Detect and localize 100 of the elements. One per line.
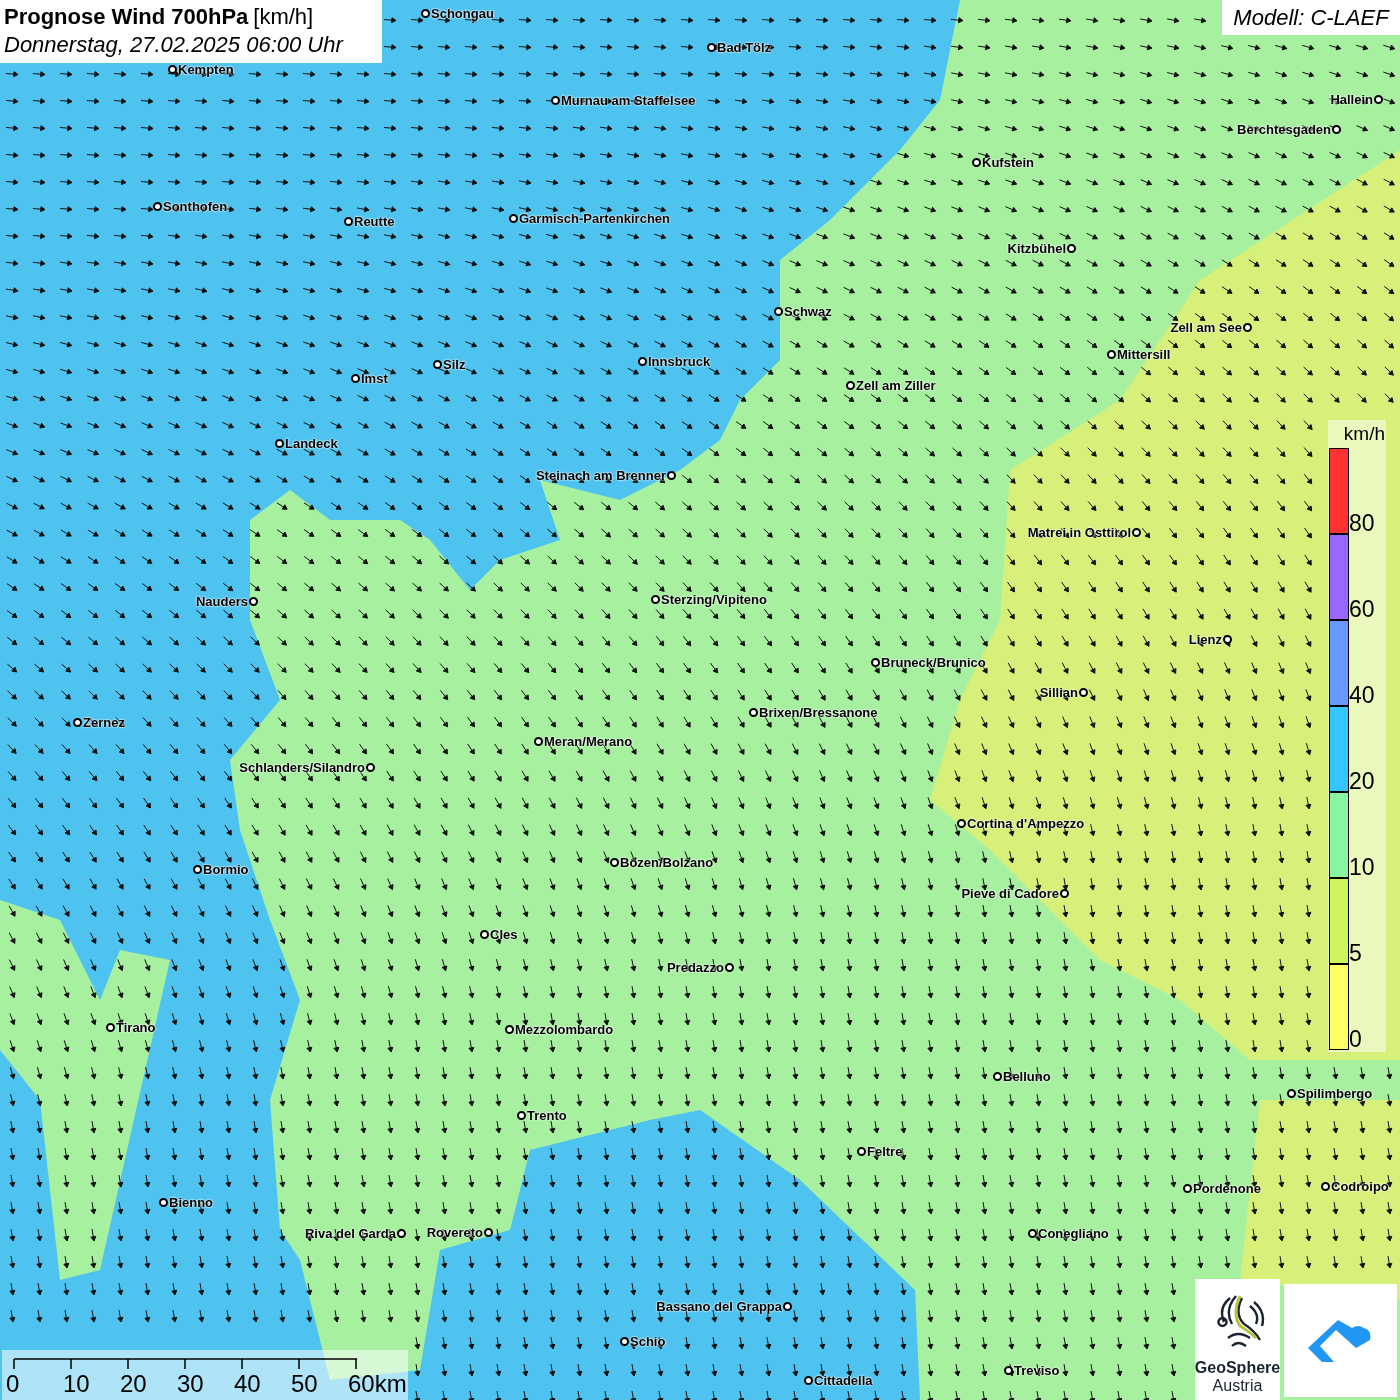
city-label: Silz bbox=[443, 356, 466, 374]
city-label: Cortina d'Ampezzo bbox=[967, 815, 1085, 833]
city-marker-icon bbox=[1223, 635, 1232, 645]
city-marker-icon bbox=[620, 1337, 629, 1347]
city-marker-icon bbox=[159, 1198, 168, 1208]
city-marker-icon bbox=[421, 9, 430, 19]
city-marker-icon bbox=[993, 1072, 1002, 1082]
city-label: Cittadella bbox=[814, 1372, 873, 1390]
city-label: Belluno bbox=[1003, 1068, 1051, 1086]
city-label: Schwaz bbox=[784, 303, 832, 321]
city-marker-icon bbox=[1079, 688, 1088, 698]
city-marker-icon bbox=[106, 1023, 115, 1033]
city-marker-icon bbox=[1374, 95, 1383, 105]
city-label: Pieve di Cadore bbox=[961, 885, 1059, 903]
city-label: Imst bbox=[361, 370, 388, 388]
city-label: Tirano bbox=[116, 1019, 156, 1037]
city-marker-icon bbox=[534, 737, 543, 747]
city-label: Meran/Merano bbox=[544, 733, 633, 751]
legend-unit: km/h bbox=[1343, 422, 1386, 446]
city-label: Bassano del Grappa bbox=[656, 1298, 782, 1316]
city-marker-icon bbox=[397, 1229, 406, 1239]
city-marker-icon bbox=[972, 158, 981, 168]
city-marker-icon bbox=[505, 1025, 514, 1035]
city-label: Schlanders/Silandro bbox=[239, 759, 365, 777]
legend-value: 10 bbox=[1349, 854, 1375, 880]
city-label: Bozen/Bolzano bbox=[620, 854, 714, 872]
city-marker-icon bbox=[638, 357, 647, 367]
city-marker-icon bbox=[1004, 1366, 1013, 1376]
scale-label: 30 bbox=[177, 1370, 205, 1398]
forecast-date: Donnerstag, 27.02.2025 06:00 Uhr bbox=[4, 31, 345, 59]
legend-value: 0 bbox=[1349, 1026, 1362, 1052]
city-label: Matrei in Osttirol bbox=[1027, 524, 1131, 542]
city-marker-icon bbox=[783, 1302, 792, 1312]
city-marker-icon bbox=[168, 65, 177, 75]
city-label: Mezzolombardo bbox=[515, 1021, 614, 1039]
scale-label: 50 bbox=[291, 1370, 319, 1398]
city-marker-icon bbox=[366, 763, 375, 773]
city-label: Kempten bbox=[178, 61, 234, 79]
city-marker-icon bbox=[509, 214, 518, 224]
scale-label: 20 bbox=[120, 1370, 148, 1398]
city-label: Landeck bbox=[285, 435, 338, 453]
city-label: Pordenone bbox=[1193, 1180, 1261, 1198]
city-label: Sonthofen bbox=[163, 198, 228, 216]
city-marker-icon bbox=[275, 439, 284, 449]
city-label: Conegliano bbox=[1038, 1225, 1109, 1243]
city-label: Rovereto bbox=[426, 1224, 483, 1242]
legend-value: 40 bbox=[1349, 682, 1375, 708]
city-label: Murnau am Staffelsee bbox=[561, 92, 696, 110]
city-label: Mittersill bbox=[1117, 346, 1171, 364]
city-label: Trento bbox=[527, 1107, 567, 1125]
city-marker-icon bbox=[1060, 889, 1069, 899]
city-marker-icon bbox=[610, 858, 619, 868]
city-marker-icon bbox=[193, 865, 202, 875]
city-marker-icon bbox=[344, 217, 353, 227]
city-marker-icon bbox=[433, 360, 442, 370]
unit-label: [km/h] bbox=[253, 4, 314, 30]
map-title: Prognose Wind 700hPa bbox=[4, 4, 249, 30]
model-label: Modell: C-LAEF bbox=[1233, 4, 1389, 32]
legend-value: 20 bbox=[1349, 768, 1375, 794]
city-marker-icon bbox=[1183, 1184, 1192, 1194]
city-marker-icon bbox=[73, 718, 82, 728]
city-marker-icon bbox=[1321, 1182, 1330, 1192]
city-label: Bad Tölz bbox=[717, 39, 772, 57]
scale-label: 40 bbox=[234, 1370, 262, 1398]
city-marker-icon bbox=[774, 307, 783, 317]
city-marker-icon bbox=[351, 374, 360, 384]
city-label: Kufstein bbox=[982, 154, 1034, 172]
city-marker-icon bbox=[1028, 1229, 1037, 1239]
city-marker-icon bbox=[1287, 1089, 1296, 1099]
city-marker-icon bbox=[1332, 125, 1341, 135]
city-label: Schio bbox=[630, 1333, 666, 1351]
city-marker-icon bbox=[484, 1228, 493, 1238]
city-label: Kitzbühel bbox=[1007, 240, 1066, 258]
city-marker-icon bbox=[846, 381, 855, 391]
city-label: Nauders bbox=[195, 593, 248, 611]
city-label: Feltre bbox=[867, 1143, 903, 1161]
legend-value: 5 bbox=[1349, 940, 1362, 966]
logo-subtitle: Austria bbox=[1212, 1377, 1263, 1395]
city-label: Sterzing/Vipiteno bbox=[661, 591, 767, 609]
city-marker-icon bbox=[249, 597, 258, 607]
city-label: Reutte bbox=[354, 213, 395, 231]
city-marker-icon bbox=[517, 1111, 526, 1121]
logo-title: GeoSphere bbox=[1194, 1358, 1281, 1377]
city-marker-icon bbox=[480, 930, 489, 940]
city-marker-icon bbox=[153, 202, 162, 212]
city-marker-icon bbox=[725, 963, 734, 973]
city-marker-icon bbox=[957, 819, 966, 829]
city-label: Garmisch-Partenkirchen bbox=[519, 210, 670, 228]
city-label: Bienno bbox=[169, 1194, 214, 1212]
city-marker-icon bbox=[651, 595, 660, 605]
legend-value: 80 bbox=[1349, 510, 1375, 536]
city-label: Steinach am Brenner bbox=[535, 467, 666, 485]
city-label: Innsbruck bbox=[648, 353, 711, 371]
city-label: Zell am See bbox=[1170, 319, 1242, 337]
city-label: Schongau bbox=[431, 5, 494, 23]
scale-label: 0 bbox=[6, 1370, 21, 1398]
city-label: Hallein bbox=[1330, 91, 1373, 109]
city-marker-icon bbox=[1107, 350, 1116, 360]
city-marker-icon bbox=[667, 471, 676, 481]
city-marker-icon bbox=[871, 658, 880, 668]
